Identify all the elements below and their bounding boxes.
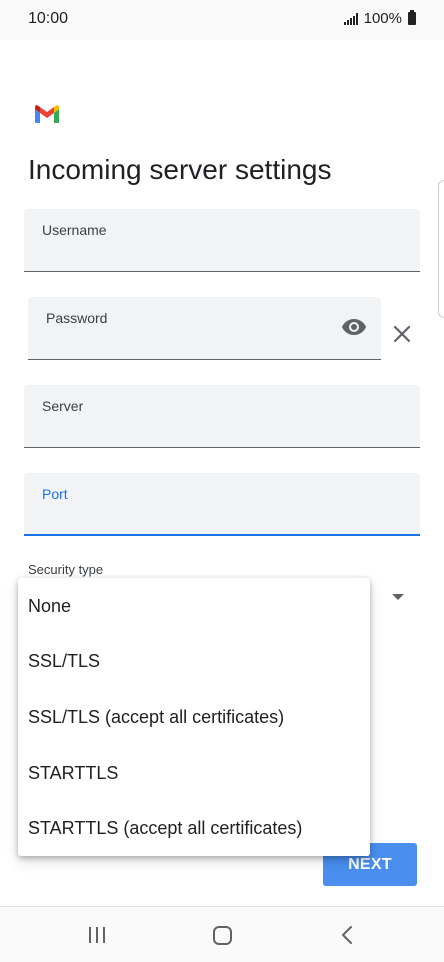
security-type-label: Security type: [28, 562, 104, 577]
menu-item-none[interactable]: None: [18, 578, 370, 634]
gmail-logo: [35, 105, 59, 123]
security-type-menu: None SSL/TLS SSL/TLS (accept all certifi…: [18, 578, 370, 856]
dropdown-arrow-icon[interactable]: [392, 594, 404, 600]
battery-percent: 100%: [363, 10, 402, 27]
recents-icon[interactable]: [89, 927, 105, 943]
eye-icon[interactable]: [341, 318, 367, 336]
username-label: Username: [42, 222, 107, 238]
scroll-edge: [438, 180, 444, 318]
status-time: 10:00: [28, 10, 69, 27]
port-field[interactable]: Port: [24, 473, 420, 536]
username-field[interactable]: Username: [24, 209, 420, 272]
status-indicators: 100%: [343, 10, 416, 27]
server-label: Server: [42, 398, 84, 414]
signal-icon: [343, 12, 358, 25]
menu-item-starttls-accept-all[interactable]: STARTTLS (accept all certificates): [18, 800, 370, 856]
navigation-bar: [0, 906, 444, 962]
password-label: Password: [46, 310, 108, 326]
password-field[interactable]: Password: [28, 297, 381, 360]
menu-item-ssl-tls-accept-all[interactable]: SSL/TLS (accept all certificates): [18, 689, 370, 745]
menu-item-ssl-tls[interactable]: SSL/TLS: [18, 633, 370, 689]
port-label: Port: [42, 486, 68, 502]
home-icon[interactable]: [213, 926, 232, 945]
battery-icon: [408, 10, 416, 25]
server-field[interactable]: Server: [24, 385, 420, 448]
back-icon[interactable]: [340, 925, 354, 945]
page-title: Incoming server settings: [28, 154, 332, 185]
menu-item-starttls[interactable]: STARTTLS: [18, 745, 370, 801]
close-icon[interactable]: [391, 323, 413, 345]
status-bar: 10:00 100%: [0, 0, 444, 40]
